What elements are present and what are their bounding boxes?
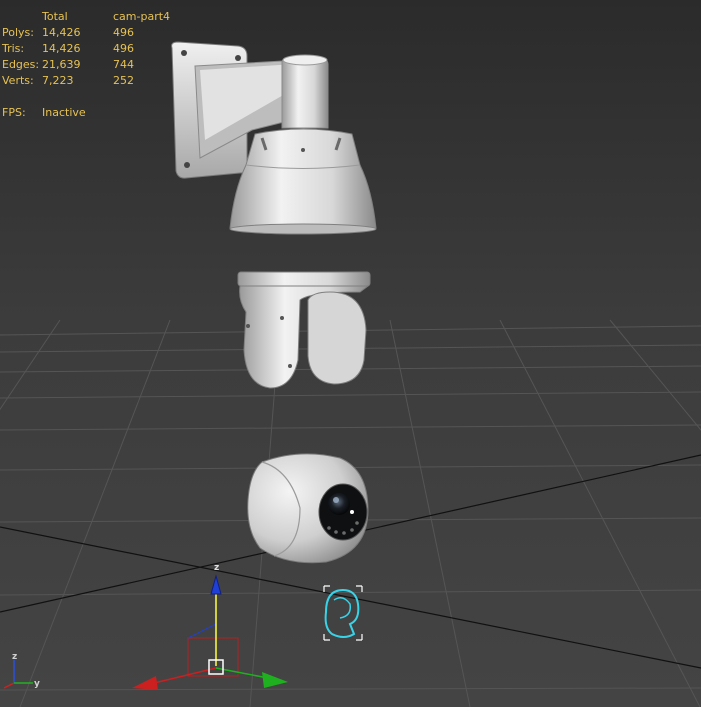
3d-viewport[interactable]: z z y — [0, 0, 701, 707]
camera-lens — [328, 493, 350, 515]
camera-housing[interactable] — [229, 128, 377, 235]
gizmo-z-label: z — [214, 563, 219, 573]
view-axis-y-label: y — [34, 679, 40, 689]
camera-ball[interactable] — [247, 453, 369, 564]
view-axis-z-label: z — [12, 652, 17, 662]
